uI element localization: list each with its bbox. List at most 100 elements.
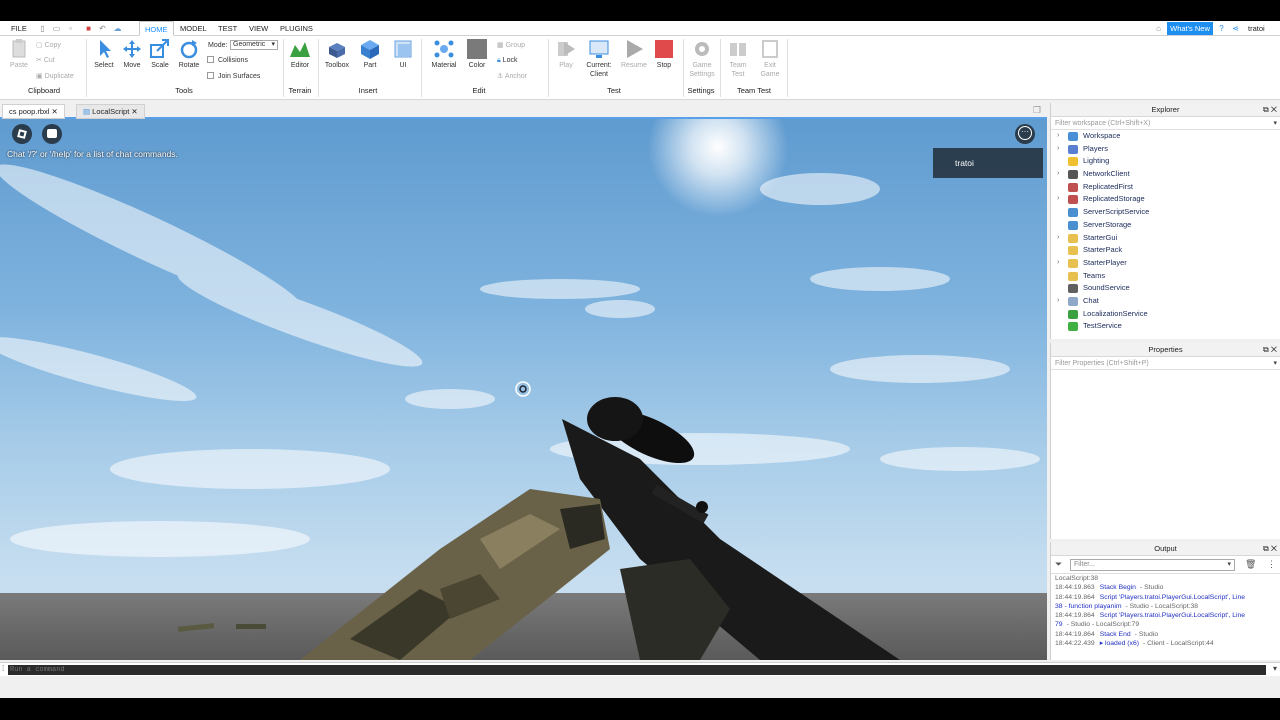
- trash-icon[interactable]: 🗑︎: [1245, 559, 1256, 570]
- expand-arrow-icon[interactable]: ›: [1057, 295, 1059, 308]
- explorer-item[interactable]: › StarterGui: [1051, 232, 1280, 245]
- toolbox-button[interactable]: Toolbox: [322, 39, 352, 70]
- player-list-entry[interactable]: tratoi: [955, 158, 974, 168]
- save-icon[interactable]: ▫: [66, 24, 75, 33]
- exit-game-button[interactable]: Exit Game: [757, 39, 783, 79]
- explorer-item[interactable]: › Workspace: [1051, 130, 1280, 143]
- explorer-window-controls[interactable]: ⧉ ✕: [1263, 103, 1277, 117]
- explorer-item[interactable]: Teams: [1051, 270, 1280, 283]
- copy-button[interactable]: ▢ Copy: [36, 41, 61, 51]
- explorer-item[interactable]: StarterPack: [1051, 244, 1280, 257]
- undo-icon[interactable]: ↶: [98, 24, 107, 33]
- paste-button[interactable]: Paste: [6, 39, 32, 70]
- collisions-toggle[interactable]: Collisions: [207, 56, 248, 66]
- file-menu[interactable]: FILE: [6, 21, 32, 36]
- duplicate-button[interactable]: ▣ Duplicate: [36, 72, 74, 82]
- explorer-item[interactable]: ServerStorage: [1051, 219, 1280, 232]
- terrain-editor-label: Editor: [290, 62, 310, 69]
- ui-button[interactable]: UI: [391, 39, 415, 70]
- output-window-controls[interactable]: ⧉ ✕: [1263, 542, 1277, 556]
- expand-arrow-icon[interactable]: ›: [1057, 257, 1059, 270]
- output-line[interactable]: 79- Studio - LocalScript:79: [1051, 620, 1280, 629]
- expand-arrow-icon[interactable]: ›: [1057, 232, 1059, 245]
- home-icon[interactable]: ⌂: [1154, 24, 1163, 33]
- select-button[interactable]: Select: [92, 39, 116, 70]
- tab-model[interactable]: MODEL: [175, 21, 212, 36]
- tab-home[interactable]: HOME: [139, 21, 174, 36]
- open-file-icon[interactable]: ▭: [52, 24, 61, 33]
- command-input[interactable]: [8, 665, 1266, 675]
- join-surfaces-toggle[interactable]: Join Surfaces: [207, 72, 260, 82]
- team-test-button[interactable]: Team Test: [725, 39, 751, 79]
- resume-button[interactable]: Resume: [619, 39, 649, 70]
- more-vert-icon[interactable]: ⋮: [1267, 559, 1276, 570]
- expand-arrow-icon[interactable]: ›: [1057, 143, 1059, 156]
- mode-select[interactable]: Geometric ▾: [230, 40, 278, 50]
- rotate-button[interactable]: Rotate: [176, 39, 202, 70]
- more-options-button[interactable]: ···: [1015, 124, 1035, 144]
- explorer-filter-input[interactable]: Filter workspace (Ctrl+Shift+X) ▾: [1051, 117, 1280, 130]
- anchor-button[interactable]: ⚓︎ Anchor: [497, 72, 527, 82]
- tab-localscript[interactable]: ▤ LocalScript ✕: [76, 104, 145, 119]
- expand-arrow-icon[interactable]: ›: [1057, 130, 1059, 143]
- output-line[interactable]: 38 - function playanim - Studio - LocalSc…: [1051, 602, 1280, 611]
- tab-view[interactable]: VIEW: [244, 21, 273, 36]
- expand-arrow-icon[interactable]: ›: [1057, 193, 1059, 206]
- output-line[interactable]: 18:44:19.864 Script 'Players.tratoi.Playe…: [1051, 611, 1280, 620]
- output-line[interactable]: 18:44:19.864 Stack End - Studio: [1051, 630, 1280, 639]
- tab-place-file[interactable]: cs poop.rbxl ✕: [2, 104, 65, 119]
- explorer-item[interactable]: SoundService: [1051, 282, 1280, 295]
- output-filter-input[interactable]: Filter... ▾: [1070, 559, 1235, 571]
- explorer-item[interactable]: › ReplicatedStorage: [1051, 193, 1280, 206]
- collisions-checkbox[interactable]: [207, 56, 214, 63]
- output-line[interactable]: LocalScript:38: [1051, 574, 1280, 583]
- explorer-item[interactable]: › StarterPlayer: [1051, 257, 1280, 270]
- explorer-item[interactable]: ServerScriptService: [1051, 206, 1280, 219]
- tab-test[interactable]: TEST: [213, 21, 242, 36]
- group-button[interactable]: ▦ Group: [497, 41, 525, 51]
- properties-filter-input[interactable]: Filter Properties (Ctrl+Shift+P) ▾: [1051, 357, 1280, 370]
- explorer-item[interactable]: LocalizationService: [1051, 308, 1280, 321]
- part-button[interactable]: Part: [358, 39, 382, 70]
- share-icon[interactable]: ⋖: [1231, 24, 1240, 33]
- close-icon[interactable]: ✕: [52, 107, 58, 116]
- help-icon[interactable]: ?: [1217, 24, 1226, 33]
- move-button[interactable]: Move: [120, 39, 144, 70]
- player-list[interactable]: tratoi: [933, 148, 1043, 178]
- explorer-item[interactable]: Lighting: [1051, 155, 1280, 168]
- stop-button[interactable]: Stop: [652, 39, 676, 70]
- output-line[interactable]: 18:44:19.864 Script 'Players.tratoi.Playe…: [1051, 593, 1280, 602]
- stop-quick-icon[interactable]: ■: [84, 24, 93, 33]
- explorer-item[interactable]: › Chat: [1051, 295, 1280, 308]
- chat-toggle-button[interactable]: [42, 124, 62, 144]
- cut-button[interactable]: ✂ Cut: [36, 56, 55, 66]
- explorer-item[interactable]: › Players: [1051, 143, 1280, 156]
- terrain-editor-button[interactable]: Editor: [287, 39, 313, 70]
- join-surfaces-checkbox[interactable]: [207, 72, 214, 79]
- whats-new-button[interactable]: What's New: [1167, 22, 1213, 35]
- output-line[interactable]: 18:44:19.863 Stack Begin - Studio: [1051, 583, 1280, 592]
- game-viewport[interactable]: Chat '/?' or '/help' for a list of chat …: [0, 119, 1047, 660]
- color-button[interactable]: Color: [465, 39, 489, 70]
- chevron-down-icon[interactable]: ▾: [1273, 664, 1277, 673]
- new-file-icon[interactable]: ▯: [38, 24, 47, 33]
- scale-button[interactable]: Scale: [148, 39, 172, 70]
- close-icon[interactable]: ✕: [131, 107, 137, 116]
- username-label[interactable]: tratoi: [1248, 21, 1265, 36]
- restore-view-icon[interactable]: ❐: [1033, 105, 1041, 116]
- output-line[interactable]: 18:44:22.439 ▸ loaded (x6) - Client - Loca…: [1051, 639, 1280, 648]
- publish-icon[interactable]: ☁: [113, 24, 122, 33]
- game-settings-button[interactable]: Game Settings: [687, 39, 717, 79]
- explorer-item[interactable]: ReplicatedFirst: [1051, 181, 1280, 194]
- expand-arrow-icon[interactable]: ›: [1057, 168, 1059, 181]
- lock-button[interactable]: 🔒︎ Lock: [497, 56, 517, 66]
- roblox-menu-button[interactable]: [12, 124, 32, 144]
- tab-plugins[interactable]: PLUGINS: [275, 21, 318, 36]
- filter-funnel-icon[interactable]: ⏷: [1055, 559, 1062, 570]
- properties-window-controls[interactable]: ⧉ ✕: [1263, 343, 1277, 357]
- explorer-item[interactable]: › NetworkClient: [1051, 168, 1280, 181]
- material-button[interactable]: Material: [428, 39, 460, 70]
- play-button[interactable]: Play: [553, 39, 579, 70]
- explorer-item[interactable]: TestService: [1051, 320, 1280, 333]
- current-client-button[interactable]: Current: Client: [583, 39, 615, 79]
